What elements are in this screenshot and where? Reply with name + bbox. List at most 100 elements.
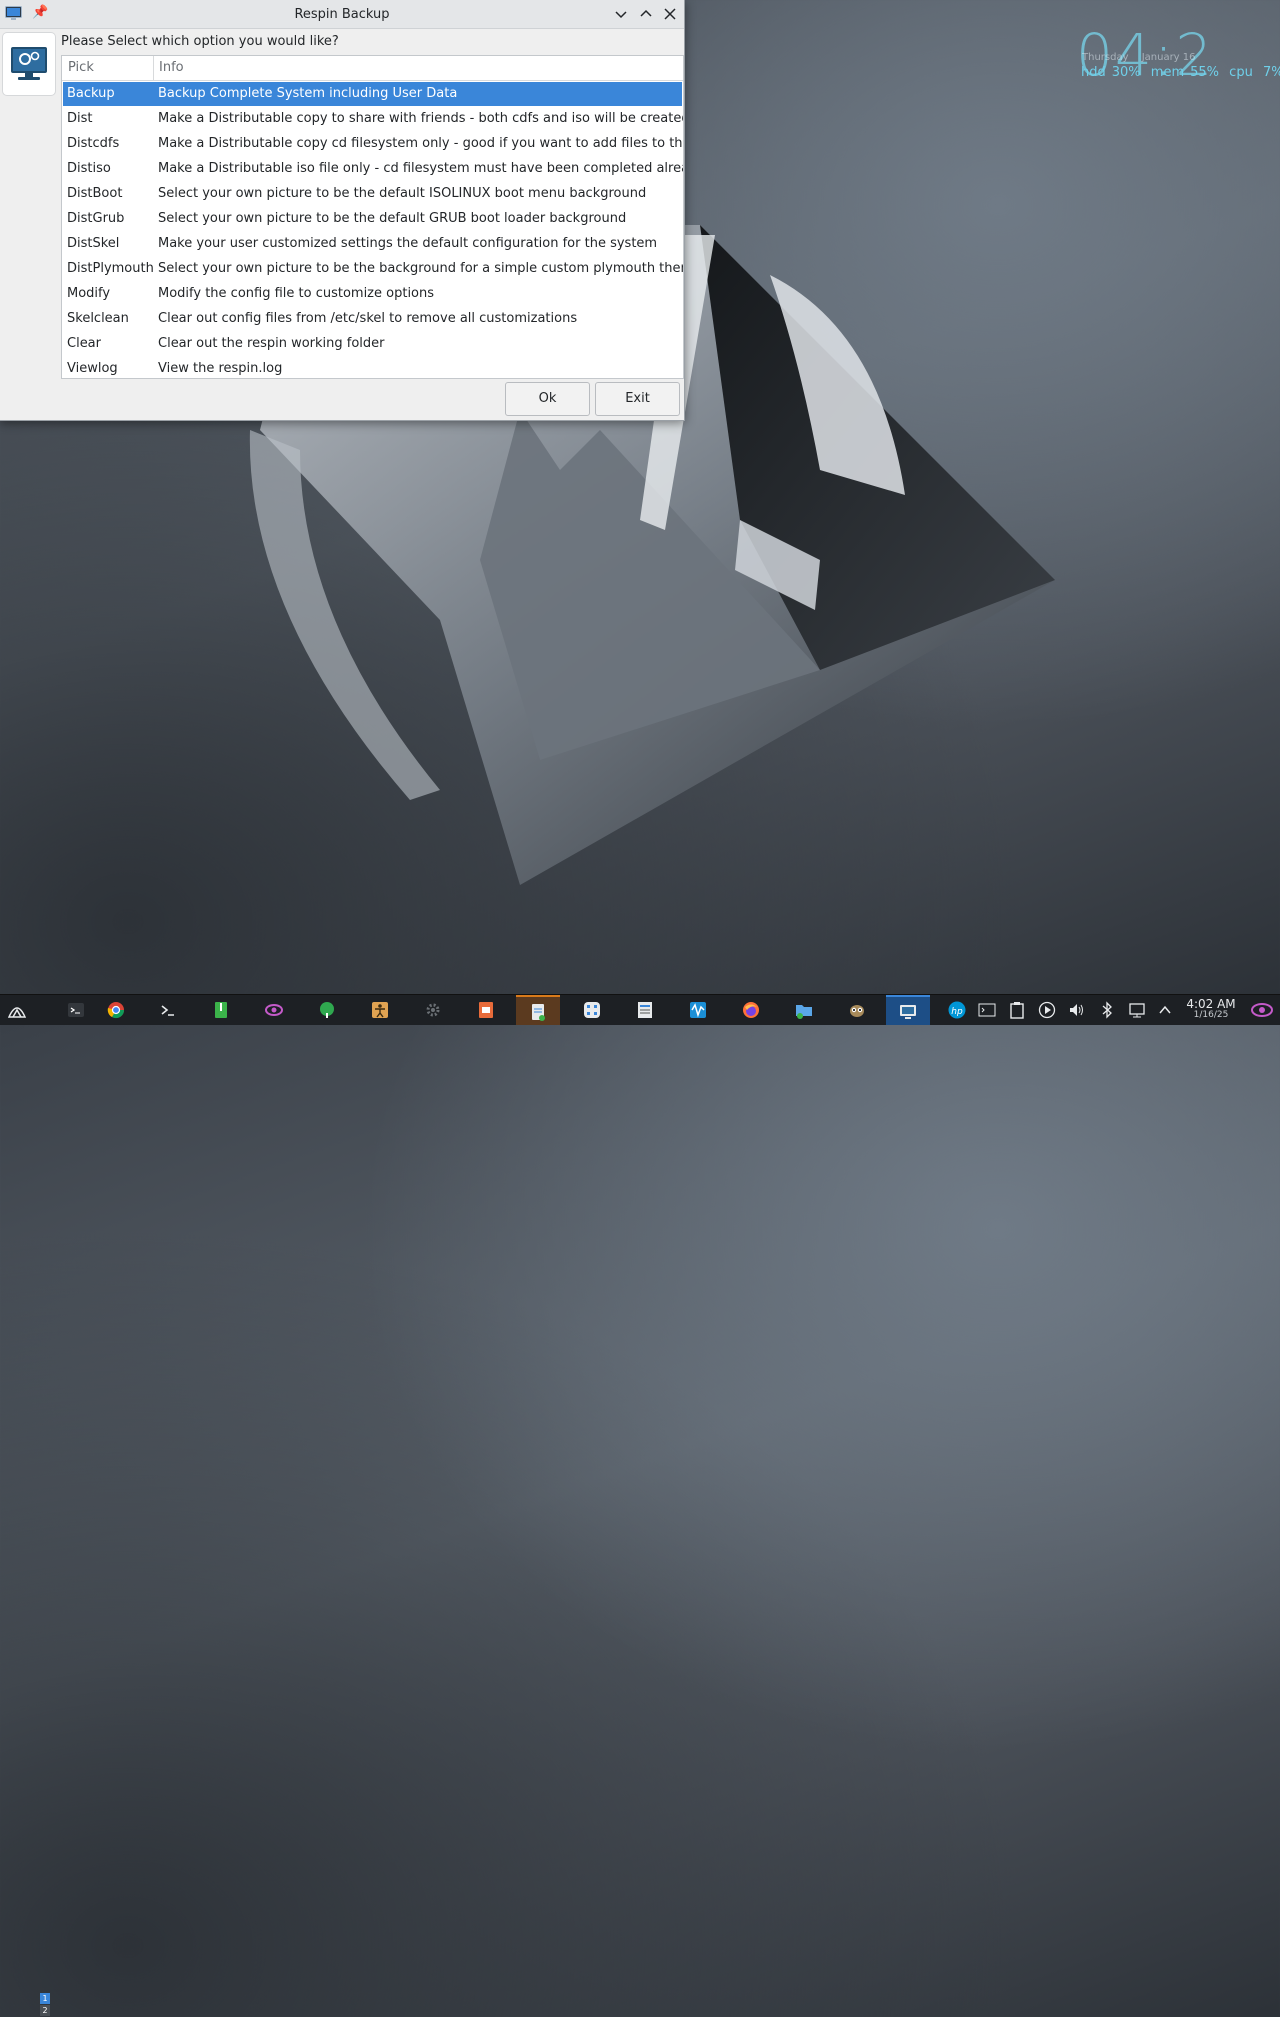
folder-icon [796,1005,812,1019]
list-item[interactable]: Viewlog View the respin.log [63,357,682,378]
waveform-task[interactable] [676,995,720,1025]
option-info: Select your own picture to be the backgr… [158,261,684,276]
workspace-1[interactable]: 1 [40,1993,50,2004]
notes-task[interactable] [623,995,667,1025]
option-info: Clear out config files from /etc/skel to… [158,311,578,326]
text-editor-task[interactable] [516,995,560,1025]
option-info: Select your own picture to be the defaul… [158,211,627,226]
console-icon[interactable] [978,1001,996,1019]
list-item[interactable]: Clear Clear out the respin working folder [63,332,682,356]
option-pick: DistSkel [67,236,120,251]
settings-task[interactable] [411,995,455,1025]
network-icon[interactable] [1128,1001,1146,1019]
option-pick: Clear [67,336,101,351]
list-item[interactable]: Skelclean Clear out config files from /et… [63,307,682,331]
chrome-icon [107,1002,125,1019]
firefox-icon [743,1002,759,1018]
option-pick: Viewlog [67,361,118,376]
list-item[interactable]: DistBoot Select your own picture to be th… [63,182,682,206]
document-task[interactable] [464,995,508,1025]
workspace-2[interactable]: 2 [40,2005,50,2016]
window-title: Respin Backup [294,7,390,22]
text-file-icon [532,1004,545,1021]
firefox-task[interactable] [729,995,773,1025]
option-pick: Backup [67,86,115,101]
list-header: Pick Info [62,56,683,81]
terminal-task[interactable] [146,995,190,1025]
eye-app-task[interactable] [252,995,296,1025]
ok-button[interactable]: Ok [505,382,590,416]
bluetooth-icon[interactable] [1098,1001,1116,1019]
eye-tray-icon[interactable] [1250,1001,1274,1019]
option-info: Make a Distributable copy cd filesystem … [158,136,684,151]
option-pick: DistGrub [67,211,125,226]
conky-stats: hdd 30% mem 55% cpu 7% [1081,65,1280,80]
terminal-launcher[interactable] [54,995,98,1025]
conky-mem-label: mem [1150,65,1185,80]
exit-button[interactable]: Exit [595,382,680,416]
file-manager-task[interactable] [782,995,826,1025]
option-pick: Modify [67,286,111,301]
start-menu-button[interactable] [0,995,44,1025]
notes-icon [638,1002,652,1018]
option-pick: DistPlymouth [67,261,154,276]
column-divider[interactable] [153,56,154,80]
option-info: View the respin.log [158,361,283,376]
volume-icon[interactable] [1068,1001,1086,1019]
owl-app-task[interactable] [835,995,879,1025]
accessibility-icon [372,1002,388,1018]
option-info: Clear out the respin working folder [158,336,385,351]
clock-date[interactable]: 1/16/25 [1182,1010,1240,1020]
archive-task[interactable] [199,995,243,1025]
waveform-icon [690,1002,706,1018]
dialog-prompt: Please Select which option you would lik… [61,34,339,49]
respin-backup-task[interactable] [886,995,930,1025]
calculator-icon [584,1002,600,1018]
minimize-button[interactable] [612,5,630,23]
clipboard-icon[interactable] [1008,1001,1026,1019]
maximize-button[interactable] [637,5,655,23]
list-item[interactable]: Distcdfs Make a Distributable copy cd fil… [63,132,684,156]
chevron-up-icon [640,9,652,17]
option-pick: Distcdfs [67,136,120,151]
monitor-icon [900,1005,916,1019]
eye-icon [265,1004,283,1016]
green-app-task[interactable] [305,995,349,1025]
option-pick: Dist [67,111,93,126]
calculator-task[interactable] [570,995,614,1025]
conky-mem-value: 55% [1190,65,1220,80]
options-list[interactable]: Pick Info Backup Backup Complete System i… [61,55,684,379]
owl-icon [850,1005,864,1017]
list-item[interactable]: DistSkel Make your user customized settin… [63,232,682,256]
list-item[interactable]: Dist Make a Distributable copy to share w… [63,107,683,131]
option-info: Backup Complete System including User Da… [158,86,458,101]
column-header-pick[interactable]: Pick [68,60,94,75]
media-play-icon[interactable] [1038,1001,1056,1019]
document-icon [479,1002,493,1018]
close-icon [664,8,676,20]
svg-text:hp: hp [951,1007,963,1017]
list-item[interactable]: DistPlymouth Select your own picture to b… [63,257,684,281]
option-info: Make a Distributable iso file only - cd … [158,161,684,176]
list-item[interactable]: Backup Backup Complete System including U… [63,82,682,106]
option-pick: DistBoot [67,186,123,201]
list-item[interactable]: Distiso Make a Distributable iso file onl… [63,157,684,181]
conky-day: Thursday [1082,52,1129,63]
hp-icon[interactable]: hp [946,1001,968,1019]
close-button[interactable] [661,5,679,23]
tray-expand-chevron-up-icon[interactable] [1156,1001,1174,1019]
clock-time[interactable]: 4:02 AM [1182,997,1240,1011]
tree-icon [320,1002,334,1018]
title-bar[interactable]: 📌 Respin Backup [0,0,684,29]
accessibility-task[interactable] [358,995,402,1025]
workspace-pager[interactable]: 1 2 [40,1993,50,2017]
option-pick: Skelclean [67,311,129,326]
computer-settings-icon [11,47,47,80]
archive-icon [215,1002,227,1018]
list-item[interactable]: Modify Modify the config file to customiz… [63,282,682,306]
chrome-task[interactable] [94,995,138,1025]
list-item[interactable]: DistGrub Select your own picture to be th… [63,207,682,231]
chevron-down-icon [615,11,627,19]
option-pick: Distiso [67,161,111,176]
column-header-info[interactable]: Info [159,60,184,75]
